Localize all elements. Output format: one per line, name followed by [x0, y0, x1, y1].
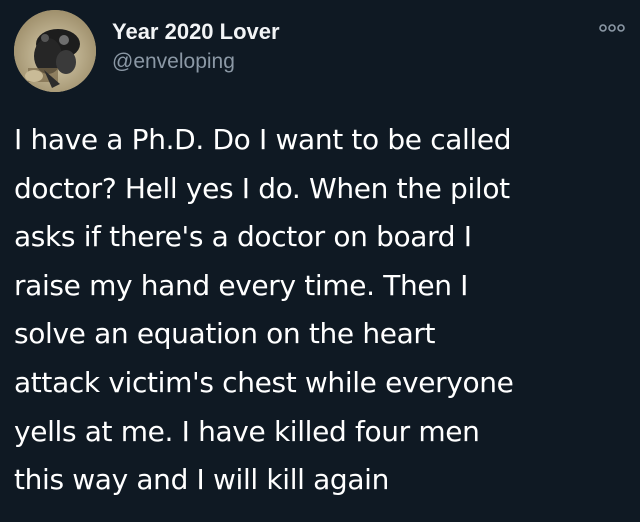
display-name[interactable]: Year 2020 Lover: [112, 18, 280, 46]
tweet-header: Year 2020 Lover @enveloping: [14, 10, 626, 94]
more-options-icon[interactable]: [598, 20, 626, 36]
tweet-text: I have a Ph.D. Do I want to be called do…: [14, 123, 514, 497]
avatar[interactable]: [14, 10, 96, 92]
tweet-card: Year 2020 Lover @enveloping I have a Ph.…: [0, 0, 640, 522]
profile-photo-icon: [14, 10, 96, 92]
author-block: Year 2020 Lover @enveloping: [112, 18, 280, 76]
user-handle[interactable]: @enveloping: [112, 48, 280, 76]
